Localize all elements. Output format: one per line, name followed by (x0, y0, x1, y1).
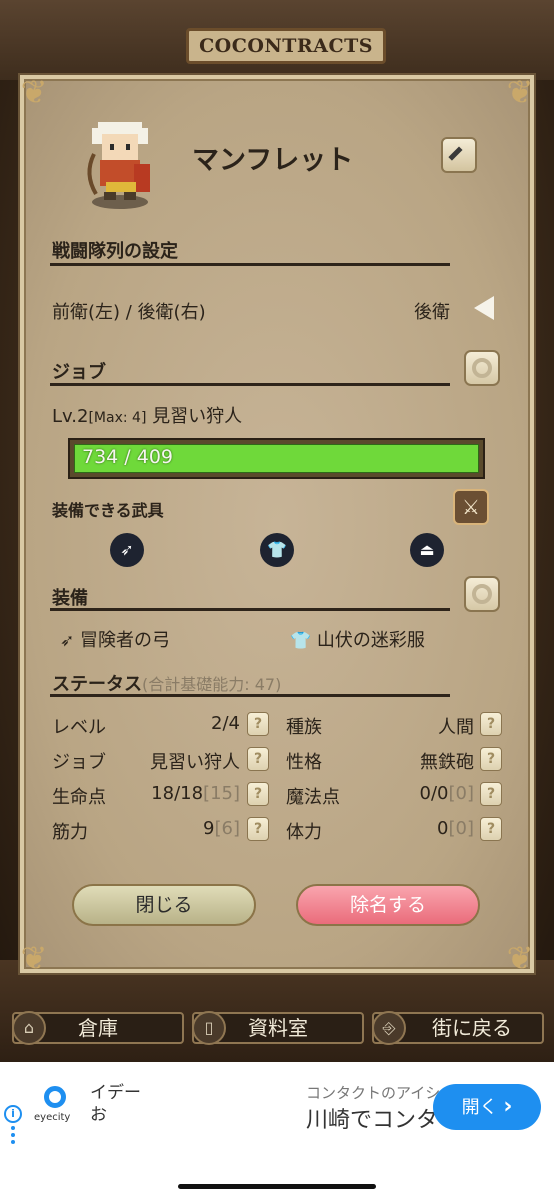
eyecity-brand-text: eyecity (34, 1112, 71, 1123)
nav-archive-label: 資料室 (248, 1016, 308, 1040)
swords-filter-button[interactable]: ⚔ (453, 489, 489, 525)
ad-text-left-2: お (90, 1105, 107, 1125)
job-name: 見習い狩人 (152, 406, 243, 427)
ad-menu-icon[interactable] (11, 1126, 15, 1144)
stat-value: 0[0] (370, 818, 474, 839)
stat-label: ジョブ (52, 752, 106, 773)
background-sign: COCONTRACTS (186, 28, 386, 64)
chevron-right-icon: › (503, 1094, 513, 1119)
shirt-icon: 👕 (290, 631, 312, 651)
stat-value: 人間 (438, 717, 474, 738)
stat-label: 種族 (286, 717, 322, 738)
help-icon[interactable]: ? (247, 817, 269, 841)
bow-icon: ➶ (110, 533, 144, 567)
help-icon[interactable]: ? (480, 817, 502, 841)
home-indicator-area (0, 1150, 554, 1200)
stat-value-main: 18/18 (151, 783, 204, 804)
nav-return-label: 街に戻る (432, 1016, 512, 1040)
close-button[interactable]: 閉じる (72, 884, 256, 926)
help-icon[interactable]: ? (247, 782, 269, 806)
pencil-icon (448, 146, 463, 161)
stat-label: 性格 (286, 752, 322, 773)
shirt-icon: 👕 (260, 533, 294, 567)
ad-open-label: 開く (461, 1097, 498, 1118)
stat-value-base: [0] (448, 818, 475, 839)
corner-ornament-top-right: ❦ (506, 73, 534, 111)
exp-text: 734 / 409 (82, 446, 174, 468)
stat-value: 見習い狩人 (150, 752, 240, 773)
help-icon[interactable]: ? (247, 712, 269, 736)
stat-value-main: 0/0 (419, 783, 449, 804)
stat-label: 体力 (286, 822, 322, 843)
formation-label: 前衛(左) / 後衛(右) (52, 302, 206, 323)
stat-value-main: 0 (437, 818, 449, 839)
divider (50, 263, 450, 266)
stat-value: 0/0[0] (370, 783, 474, 804)
help-icon[interactable]: ? (480, 747, 502, 771)
stat-value: 無鉄砲 (420, 752, 474, 773)
stat-label: 生命点 (52, 787, 106, 808)
bow-icon: ➶ (60, 631, 75, 651)
equipment-item-weapon[interactable]: ➶ 冒険者の弓 (60, 626, 170, 652)
divider (50, 694, 450, 697)
equipment-weapon-label: 冒険者の弓 (79, 630, 170, 651)
edit-name-button[interactable] (441, 137, 477, 173)
help-icon[interactable]: ? (480, 712, 502, 736)
job-settings-button[interactable] (464, 350, 500, 386)
formation-value: 後衛 (414, 302, 450, 323)
help-icon[interactable]: ? (480, 782, 502, 806)
ad-subtitle: コンタクトのアイシ (306, 1084, 441, 1102)
divider (50, 608, 450, 611)
formation-heading: 戦闘隊列の設定 (52, 241, 178, 262)
character-name: マンフレット (192, 145, 354, 176)
formation-toggle-icon[interactable] (472, 294, 496, 322)
eyecity-logo: eyecity (34, 1084, 76, 1124)
nav-warehouse-label: 倉庫 (78, 1016, 118, 1040)
dismiss-button[interactable]: 除名する (296, 884, 480, 926)
stat-value: 9[6] (130, 818, 240, 839)
exp-bar: 734 / 409 (68, 438, 485, 479)
equipment-armor-label: 山伏の迷彩服 (316, 630, 425, 651)
status-total: (合計基礎能力: 47) (142, 675, 282, 694)
gear-icon (472, 358, 492, 378)
gear-icon (472, 584, 492, 604)
status-heading: ステータス(合計基礎能力: 47) (52, 670, 281, 696)
stat-label: レベル (52, 717, 106, 738)
tablet-icon: ▯ (192, 1011, 226, 1045)
stat-value-base: [0] (448, 783, 475, 804)
stat-value-base: [15] (203, 783, 240, 804)
nav-warehouse[interactable]: ⌂ 倉庫 (12, 1011, 184, 1045)
stat-value: 2/4 (211, 713, 240, 734)
home-indicator[interactable] (178, 1184, 376, 1189)
stat-label: 魔法点 (286, 787, 340, 808)
stat-value-base: [6] (214, 818, 241, 839)
equippable-heading: 装備できる武具 (52, 501, 164, 520)
background-floor (0, 960, 554, 1062)
ad-headline: 川崎でコンタ (306, 1108, 439, 1133)
character-sprite (87, 122, 150, 209)
equipment-settings-button[interactable] (464, 576, 500, 612)
stat-value-main: 9 (203, 818, 215, 839)
help-icon[interactable]: ? (247, 747, 269, 771)
job-heading: ジョブ (52, 362, 106, 383)
divider (50, 383, 450, 386)
stat-value: 18/18[15] (130, 783, 240, 804)
bank-icon: ⌂ (12, 1011, 46, 1045)
job-level: Lv.2 (52, 406, 89, 427)
ad-info-icon[interactable]: i (4, 1105, 22, 1123)
corner-ornament-bottom-right: ❦ (506, 939, 534, 977)
nav-archive[interactable]: ▯ 資料室 (192, 1011, 364, 1045)
door-icon: ⎆ (372, 1011, 406, 1045)
status-title: ステータス (52, 674, 142, 695)
corner-ornament-bottom-left: ❦ (20, 939, 48, 977)
nav-return-town[interactable]: ⎆ 街に戻る (372, 1011, 544, 1045)
equipment-item-armor[interactable]: 👕 山伏の迷彩服 (290, 626, 425, 652)
accessory-icon: ⏏ (410, 533, 444, 567)
equipment-heading: 装備 (52, 588, 88, 609)
stat-label: 筋力 (52, 822, 88, 843)
ad-open-button[interactable]: 開く › (433, 1084, 541, 1130)
crossed-swords-icon: ⚔ (462, 495, 480, 519)
corner-ornament-top-left: ❦ (20, 73, 48, 111)
job-level-max: [Max: 4] (88, 410, 147, 426)
